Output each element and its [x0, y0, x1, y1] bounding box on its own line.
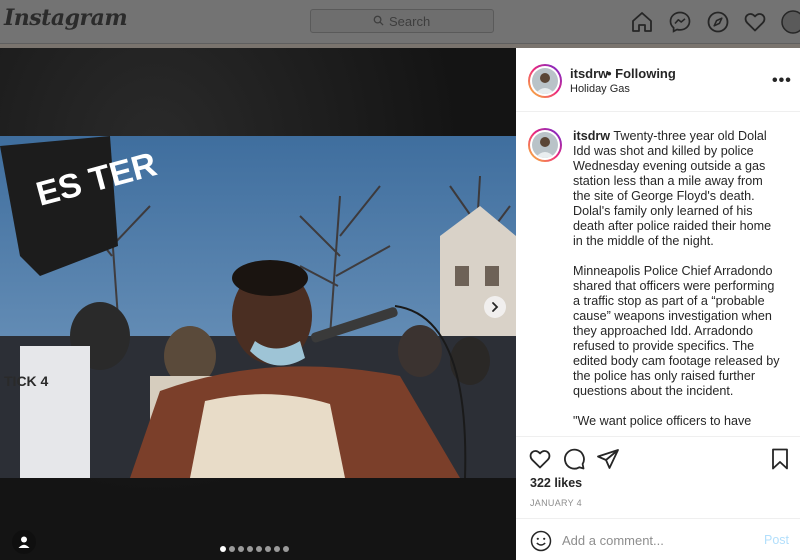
shirt-text: TICK 4 [4, 373, 49, 389]
emoji-icon[interactable] [530, 530, 552, 552]
carousel-dot [247, 546, 253, 552]
carousel-dot [238, 546, 244, 552]
share-icon[interactable] [596, 447, 620, 471]
comment-icon[interactable] [562, 447, 586, 471]
caption-paragraph-2: Minneapolis Police Chief Arradondo share… [573, 264, 780, 398]
search-box[interactable]: Search [310, 9, 494, 33]
caption-author-avatar[interactable] [528, 128, 562, 162]
carousel-dot [229, 546, 235, 552]
carousel-indicator [220, 546, 289, 552]
post-caption: itsdrw Twenty-three year old Dolal Idd w… [573, 129, 783, 435]
caption-scroll-area[interactable]: itsdrw Twenty-three year old Dolal Idd w… [516, 113, 800, 435]
carousel-dot [220, 546, 226, 552]
explore-icon[interactable] [706, 10, 730, 34]
post-photo[interactable]: ES TER TICK 4 [0, 136, 516, 478]
author-avatar[interactable] [528, 64, 562, 98]
person-icon [18, 536, 30, 548]
post-comment-button[interactable]: Post [764, 533, 789, 547]
next-slide-button[interactable] [484, 296, 506, 318]
profile-avatar[interactable] [780, 10, 800, 34]
author-username[interactable]: itsdrw [570, 66, 608, 81]
top-navigation-bar: Instagram Search [0, 0, 800, 44]
instagram-logo[interactable]: Instagram [4, 5, 128, 31]
caption-paragraph-1: Twenty-three year old Dolal Idd was shot… [573, 129, 772, 248]
tagged-people-button[interactable] [12, 530, 36, 554]
messenger-icon[interactable] [668, 10, 692, 34]
caption-paragraph-3: "We want police officers to have [573, 414, 752, 428]
activity-heart-icon[interactable] [743, 10, 767, 34]
post-detail-panel: itsdrw • Following Holiday Gas ••• itsdr… [516, 48, 800, 560]
post-media-carousel: ES TER TICK 4 [0, 48, 516, 560]
post-location[interactable]: Holiday Gas [570, 83, 630, 95]
save-bookmark-icon[interactable] [768, 447, 792, 471]
carousel-dot [265, 546, 271, 552]
post-header: itsdrw • Following Holiday Gas ••• [516, 48, 800, 112]
carousel-dot [256, 546, 262, 552]
comment-input[interactable] [562, 530, 752, 550]
caption-username[interactable]: itsdrw [573, 129, 610, 143]
search-icon [373, 15, 384, 26]
chevron-right-icon [492, 302, 499, 312]
like-heart-icon[interactable] [528, 447, 552, 471]
search-placeholder: Search [389, 14, 431, 29]
home-icon[interactable] [630, 10, 654, 34]
carousel-dot [283, 546, 289, 552]
comment-composer: Post [516, 518, 800, 560]
more-options-button[interactable]: ••• [772, 72, 792, 90]
post-date[interactable]: JANUARY 4 [530, 498, 582, 508]
carousel-dot [274, 546, 280, 552]
post-actions-bar [516, 436, 800, 480]
likes-count[interactable]: 322 likes [530, 476, 582, 490]
following-status[interactable]: • Following [607, 66, 676, 81]
